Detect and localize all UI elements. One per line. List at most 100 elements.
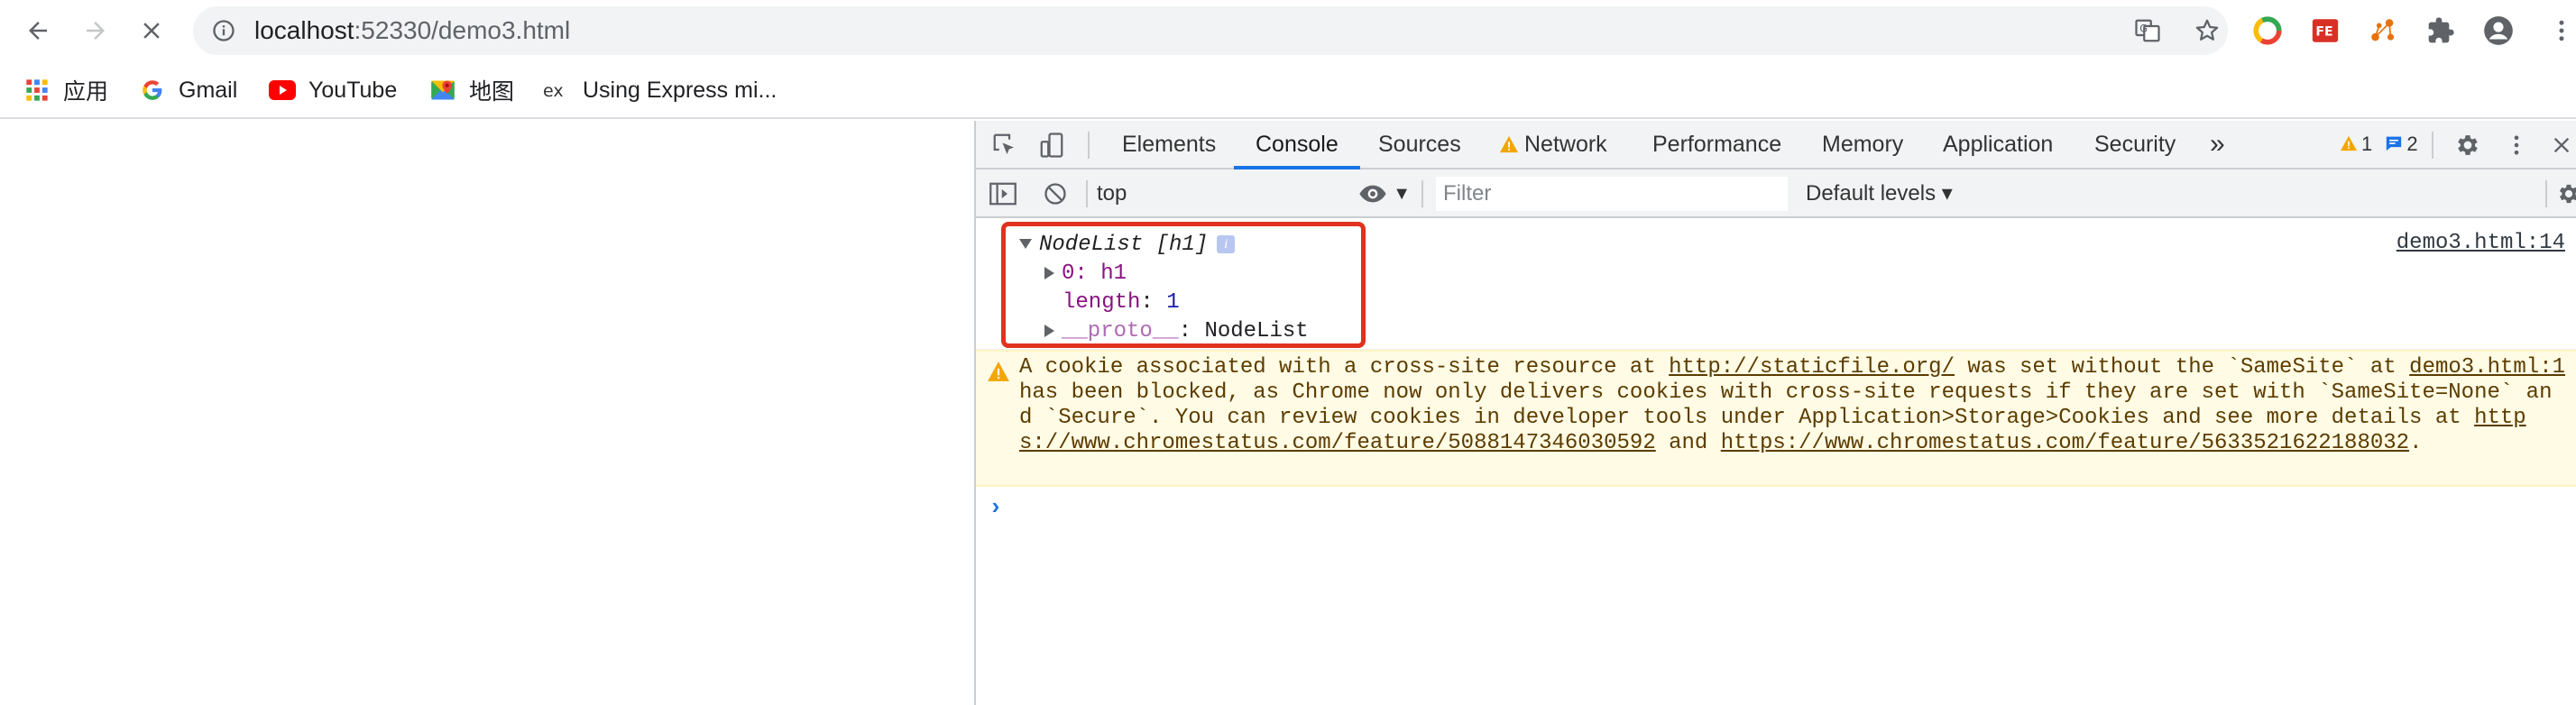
extensions-puzzle-button[interactable] [2423,13,2459,49]
close-x-icon [143,23,160,39]
inspect-element-button[interactable] [989,129,1021,161]
tab-performance[interactable]: Performance [1652,121,1781,168]
log-source-link[interactable]: demo3.html:14 [2397,231,2565,255]
chromestatus-link-2[interactable]: https://www.chromestatus.com/feature/563… [1721,431,2409,455]
dropdown-caret-icon: ▼ [1393,184,1411,204]
console-filter-input[interactable] [1436,177,1788,211]
google-g-icon [139,77,166,104]
warning-text-part: and [1655,431,1721,455]
warning-text: A cookie associated with a cross-site re… [1019,355,2553,456]
console-settings-button[interactable] [2553,178,2576,210]
close-devtools-button[interactable] [2545,129,2576,161]
warning-text-part: . [2409,431,2423,455]
sidebar-toggle-icon [989,182,1017,206]
url-host: localhost [254,16,354,44]
bookmark-label: 地图 [469,79,515,105]
svg-text:FE: FE [2315,25,2332,40]
tab-sources[interactable]: Sources [1378,121,1461,168]
warning-count-icon [2341,135,2357,151]
collapse-triangle-icon[interactable] [1044,324,1054,337]
bookmarks-bar: 应用 Gmail YouTube 地图 ex Using Express mi.… [0,61,2576,119]
warning-source-link[interactable]: demo3.html:1 [2397,355,2565,380]
maps-pin-icon [429,77,456,104]
network-nodes-icon [2371,19,2395,41]
close-icon [2553,137,2570,153]
length-key: length [1063,290,1141,315]
address-bar[interactable]: localhost:52330/demo3.html G [193,6,2228,55]
tab-console[interactable]: Console [1234,121,1360,169]
more-tabs-button[interactable]: » [2210,121,2225,168]
entry-value: h1 [1100,261,1127,286]
tab-elements[interactable]: Elements [1122,121,1216,168]
devtools-settings-button[interactable] [2452,129,2484,161]
page-content [0,121,974,705]
stop-loading-button[interactable] [133,13,170,49]
site-info-icon[interactable] [211,18,236,43]
device-mobile-icon [1040,133,1063,158]
tab-security[interactable]: Security [2094,121,2176,168]
toolbar-divider [1421,180,1423,207]
info-icon: i [1217,234,1236,253]
nodelist-length: length: 1 [1063,290,1180,315]
extension-chrome-icon-button[interactable] [2249,13,2286,49]
collapse-triangle-icon[interactable] [1044,266,1054,279]
extension-fe-button[interactable]: FE [2307,13,2343,49]
browser-menu-button[interactable] [2544,13,2576,49]
forward-arrow-icon [87,22,105,40]
issue-counts[interactable]: 1 2 [2340,121,2418,168]
bookmark-express[interactable]: ex Using Express mi... [543,61,777,119]
svg-text:ex: ex [543,81,564,101]
bookmark-label: YouTube [308,77,398,103]
url-path: :52330/demo3.html [354,16,571,44]
forward-button[interactable] [78,13,114,49]
log-levels-dropdown[interactable]: Default levels ▾ [1806,177,1953,211]
tab-memory[interactable]: Memory [1822,121,1903,168]
proto-key: __proto__ [1062,319,1179,343]
fe-helper-icon: FE [2312,19,2339,42]
entry-key: 0 [1062,261,1075,286]
inspect-cursor-icon [993,133,1014,154]
console-prompt[interactable]: › [989,494,1003,521]
nodelist-header[interactable]: NodeList [h1] i [1019,231,1236,260]
devtools-tab-bar: Elements Console Sources Network Perform… [976,121,2576,169]
bookmark-maps[interactable]: 地图 [429,61,514,119]
bookmark-label: 应用 [63,79,109,105]
browser-toolbar: localhost:52330/demo3.html G FE [0,0,2576,61]
url-text[interactable]: localhost:52330/demo3.html [254,6,570,55]
back-button[interactable] [20,13,56,49]
staticfile-link[interactable]: http://staticfile.org/ [1669,355,1955,380]
toolbar-divider [2545,180,2547,207]
extension-nodes-button[interactable] [2365,13,2401,49]
apps-grid-icon [23,77,51,104]
translate-icon[interactable]: G [2134,17,2161,44]
bookmark-apps[interactable]: 应用 [23,61,108,119]
console-warning-message: A cookie associated with a cross-site re… [976,350,2576,487]
expand-triangle-icon[interactable] [1019,239,1032,250]
device-toolbar-button[interactable] [1035,129,1068,161]
toolbar-divider [1086,180,1088,207]
context-value: top [1097,181,1127,206]
bookmark-star-icon[interactable] [2194,17,2221,44]
message-count-icon [2387,136,2402,151]
profile-avatar-button[interactable] [2480,13,2516,49]
kebab-menu-icon [2559,20,2564,41]
toolbar-divider [1088,132,1090,159]
tab-network[interactable]: Network [1499,121,1607,168]
nodelist-entry-0[interactable]: 0: h1 [1044,260,1127,288]
devtools-menu-button[interactable] [2500,129,2533,161]
warning-text-part: A cookie associated with a cross-site re… [1019,355,1670,380]
bookmark-label: Gmail [179,77,238,103]
tab-network-label: Network [1524,132,1607,157]
block-clear-icon [1044,183,1066,205]
bookmark-gmail[interactable]: Gmail [139,61,237,119]
console-output: NodeList [h1] i 0: h1 length: 1 __proto__… [976,218,2576,705]
nodelist-proto[interactable]: __proto__: NodeList [1044,317,1309,346]
toggle-sidebar-button[interactable] [987,178,1019,210]
bookmark-youtube[interactable]: YouTube [269,61,397,119]
tab-application[interactable]: Application [1943,121,2053,168]
clear-console-button[interactable] [1039,178,1072,210]
svg-text:G: G [2139,23,2148,34]
bookmark-label: Using Express mi... [583,77,777,103]
kebab-menu-icon [2514,135,2519,155]
live-expression-button[interactable] [1357,178,1389,210]
